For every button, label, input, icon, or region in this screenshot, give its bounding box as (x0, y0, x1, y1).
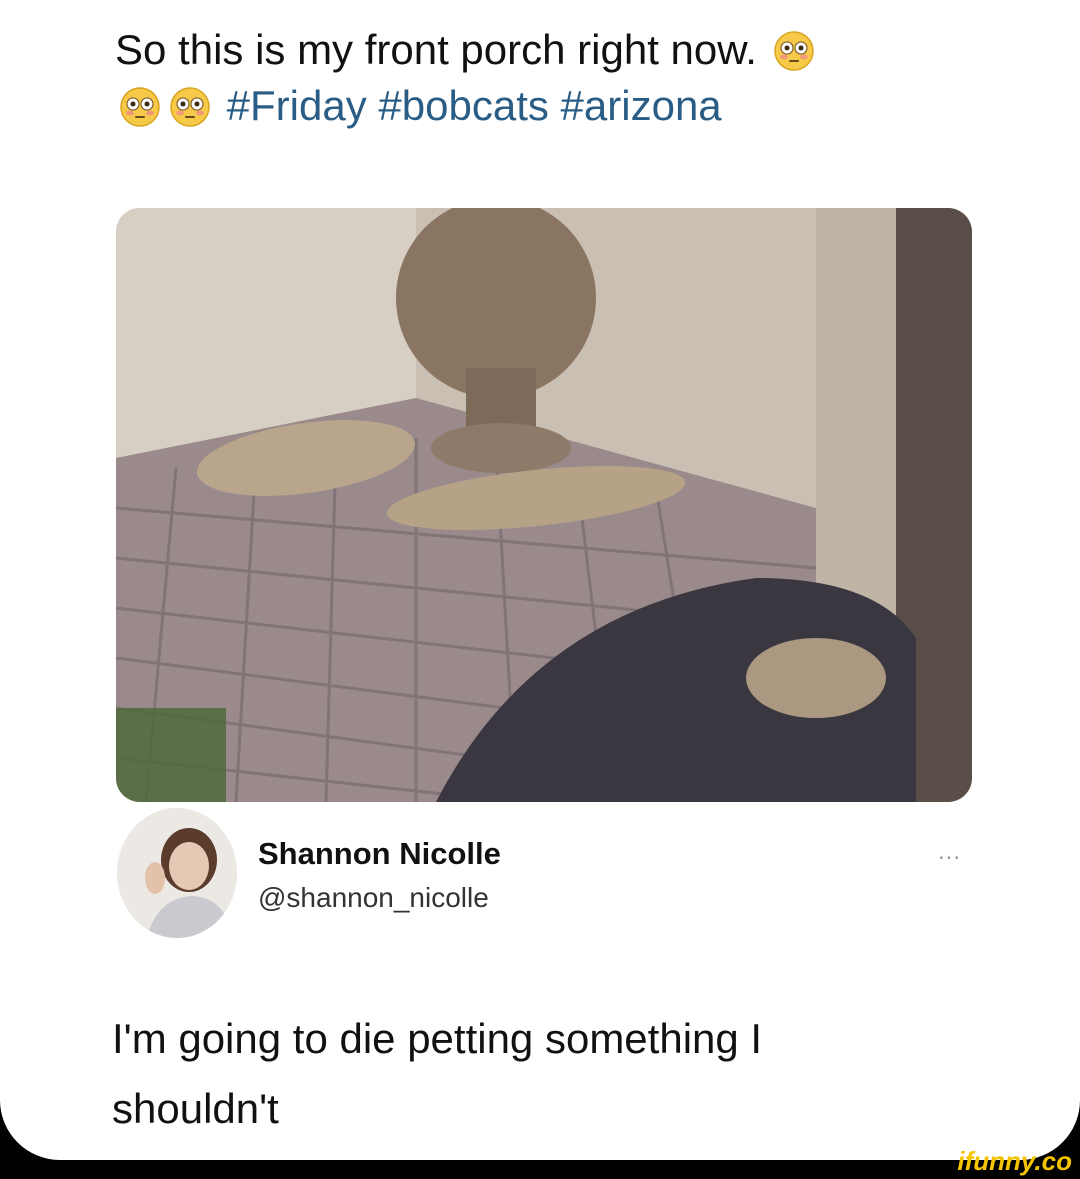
more-options-icon[interactable]: ... (938, 838, 961, 866)
reply-line-1: I'm going to die petting something I (112, 1015, 763, 1062)
flushed-face-icon (773, 30, 815, 72)
hashtag-bobcats[interactable]: #bobcats (378, 82, 548, 129)
hashtag-friday[interactable]: #Friday (227, 82, 367, 129)
author-name[interactable]: Shannon Nicolle (258, 836, 501, 872)
flushed-face-icon (169, 86, 211, 128)
tweet-text: So this is my front porch right now. #Fr… (115, 22, 995, 134)
hashtag-arizona[interactable]: #arizona (561, 82, 722, 129)
flushed-face-icon (119, 86, 161, 128)
reply-text: I'm going to die petting something I sho… (112, 1004, 972, 1144)
reply-line-2: shouldn't (112, 1085, 279, 1132)
ifunny-watermark: ifunny.co (957, 1146, 1072, 1176)
porch-bobcats-photo[interactable] (116, 208, 972, 802)
avatar[interactable] (117, 808, 237, 938)
post-card: So this is my front porch right now. #Fr… (0, 0, 1080, 1160)
tweet-line-1: So this is my front porch right now. (115, 26, 757, 73)
author-handle[interactable]: @shannon_nicolle (258, 882, 489, 914)
